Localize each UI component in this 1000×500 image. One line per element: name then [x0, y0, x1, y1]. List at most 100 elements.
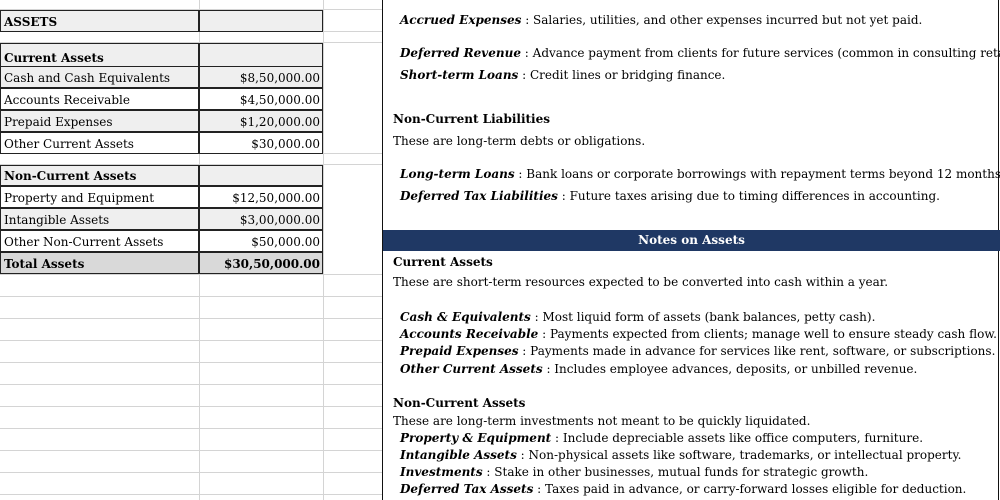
table-row-label[interactable]: Other Current Assets [0, 132, 199, 154]
row-label: Accounts Receivable [4, 93, 130, 107]
row-value: $3,00,000.00 [239, 213, 320, 227]
row-gridline [0, 494, 382, 495]
table-row-value[interactable]: $12,50,000.00 [199, 186, 323, 208]
note-term: Short-term Loans [400, 68, 519, 82]
note-desc: : Non-physical assets like software, tra… [516, 448, 962, 462]
table-row-value[interactable]: $1,20,000.00 [199, 110, 323, 132]
note-term: Accrued Expenses [400, 13, 522, 27]
noncurrent-assets-heading-value-cell[interactable] [199, 165, 323, 186]
current-assets-heading-value-cell[interactable] [199, 43, 323, 67]
row-label: Intangible Assets [4, 213, 110, 227]
note-accrued-expenses[interactable]: Accrued Expenses : Salaries, utilities, … [400, 13, 922, 27]
total-assets-value: $30,50,000.00 [223, 257, 320, 271]
row-label: Property and Equipment [4, 191, 155, 205]
row-gridline [0, 274, 382, 275]
table-row-value[interactable]: $30,000.00 [199, 132, 323, 154]
note-term: Accounts Receivable [400, 327, 539, 341]
table-row-label[interactable]: Property and Equipment [0, 186, 199, 208]
note-other-current-assets[interactable]: Other Current Assets : Includes employee… [400, 362, 917, 376]
table-row-value[interactable]: $8,50,000.00 [199, 66, 323, 88]
row-label: Prepaid Expenses [4, 115, 113, 129]
note-desc: : Most liquid form of assets (bank balan… [530, 310, 876, 324]
note-desc: : Bank loans or corporate borrowings wit… [514, 167, 1000, 181]
row-gridline [0, 340, 382, 341]
table-row-value[interactable]: $3,00,000.00 [199, 208, 323, 230]
note-desc: : Taxes paid in advance, or carry-forwar… [533, 482, 967, 496]
total-assets-label-cell[interactable]: Total Assets [0, 252, 199, 274]
table-row-value[interactable]: $4,50,000.00 [199, 88, 323, 110]
note-desc: : Payments expected from clients; manage… [538, 327, 997, 341]
assets-header-value-cell[interactable] [199, 10, 323, 32]
table-row-label[interactable]: Accounts Receivable [0, 88, 199, 110]
notes-noncurrent-assets-desc: These are long-term investments not mean… [393, 414, 811, 428]
noncurrent-liabilities-desc: These are long-term debts or obligations… [393, 134, 646, 148]
note-desc: : Include depreciable assets like office… [551, 431, 924, 445]
row-gridline [0, 450, 382, 451]
note-term: Cash & Equivalents [400, 310, 531, 324]
note-desc: : Credit lines or bridging finance. [518, 68, 726, 82]
note-cash-equivalents[interactable]: Cash & Equivalents : Most liquid form of… [400, 310, 875, 324]
note-investments[interactable]: Investments : Stake in other businesses,… [400, 465, 868, 479]
note-desc: : Stake in other businesses, mutual fund… [482, 465, 869, 479]
row-value: $4,50,000.00 [239, 93, 320, 107]
row-label: Other Current Assets [4, 137, 134, 151]
note-long-term-loans[interactable]: Long-term Loans : Bank loans or corporat… [400, 167, 1000, 181]
note-deferred-tax-assets[interactable]: Deferred Tax Assets : Taxes paid in adva… [400, 482, 966, 496]
note-term: Investments [400, 465, 483, 479]
row-value: $30,000.00 [251, 137, 320, 151]
column-gridline [323, 0, 324, 500]
note-desc: : Salaries, utilities, and other expense… [521, 13, 923, 27]
row-gridline [0, 384, 382, 385]
total-assets-label: Total Assets [4, 257, 85, 271]
noncurrent-assets-heading: Non-Current Assets [4, 169, 137, 183]
note-desc: : Includes employee advances, deposits, … [542, 362, 918, 376]
total-assets-value-cell[interactable]: $30,50,000.00 [199, 252, 323, 274]
note-desc: : Advance payment from clients for futur… [520, 46, 1000, 60]
row-value: $12,50,000.00 [232, 191, 320, 205]
note-term: Property & Equipment [400, 431, 552, 445]
row-gridline [0, 362, 382, 363]
note-term: Prepaid Expenses [400, 344, 519, 358]
notes-on-assets-banner: Notes on Assets [383, 230, 1000, 251]
note-property-equipment[interactable]: Property & Equipment : Include depreciab… [400, 431, 923, 445]
note-term: Deferred Revenue [400, 46, 521, 60]
row-gridline [0, 472, 382, 473]
row-value: $50,000.00 [251, 235, 320, 249]
table-row-label[interactable]: Intangible Assets [0, 208, 199, 230]
row-value: $1,20,000.00 [239, 115, 320, 129]
notes-current-assets-heading: Current Assets [393, 255, 493, 269]
notes-current-assets-desc: These are short-term resources expected … [393, 275, 889, 289]
assets-header-cell[interactable]: ASSETS [0, 10, 199, 32]
note-prepaid-expenses[interactable]: Prepaid Expenses : Payments made in adva… [400, 344, 995, 358]
notes-noncurrent-assets-heading: Non-Current Assets [393, 396, 526, 410]
row-gridline [0, 428, 382, 429]
note-term: Intangible Assets [400, 448, 517, 462]
current-assets-heading-cell[interactable]: Current Assets [0, 43, 199, 67]
row-gridline [0, 296, 382, 297]
row-label: Cash and Cash Equivalents [4, 71, 171, 85]
note-desc: : Future taxes arising due to timing dif… [557, 189, 940, 203]
row-label: Other Non-Current Assets [4, 235, 164, 249]
row-gridline [0, 318, 382, 319]
table-row-label[interactable]: Prepaid Expenses [0, 110, 199, 132]
current-assets-heading: Current Assets [4, 51, 104, 65]
assets-header: ASSETS [4, 15, 58, 29]
note-deferred-revenue[interactable]: Deferred Revenue : Advance payment from … [400, 46, 1000, 60]
row-gridline [0, 406, 382, 407]
row-value: $8,50,000.00 [239, 71, 320, 85]
note-desc: : Payments made in advance for services … [518, 344, 996, 358]
note-short-term-loans[interactable]: Short-term Loans : Credit lines or bridg… [400, 68, 725, 82]
note-accounts-receivable[interactable]: Accounts Receivable : Payments expected … [400, 327, 997, 341]
table-row-label[interactable]: Cash and Cash Equivalents [0, 66, 199, 88]
noncurrent-assets-heading-cell[interactable]: Non-Current Assets [0, 165, 199, 186]
table-row-value[interactable]: $50,000.00 [199, 230, 323, 252]
note-term: Deferred Tax Liabilities [400, 189, 558, 203]
note-term: Long-term Loans [400, 167, 515, 181]
note-intangible-assets[interactable]: Intangible Assets : Non-physical assets … [400, 448, 961, 462]
noncurrent-liabilities-heading: Non-Current Liabilities [393, 112, 551, 126]
table-row-label[interactable]: Other Non-Current Assets [0, 230, 199, 252]
spreadsheet-grid: ASSETS Current Assets Cash and Cash Equi… [0, 0, 1000, 500]
note-deferred-tax-liabilities[interactable]: Deferred Tax Liabilities : Future taxes … [400, 189, 940, 203]
note-term: Deferred Tax Assets [400, 482, 534, 496]
note-term: Other Current Assets [400, 362, 543, 376]
